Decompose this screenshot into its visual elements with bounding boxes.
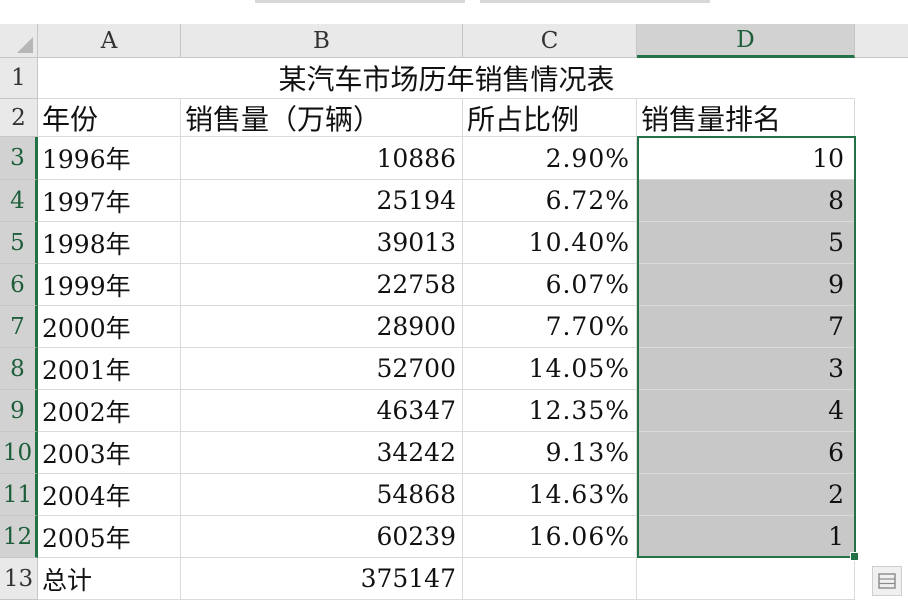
cell-rank[interactable]: 10 [637, 137, 855, 180]
cell-sales[interactable]: 34242 [181, 432, 463, 474]
ribbon-edge [0, 0, 908, 24]
quick-analysis-icon [878, 573, 896, 589]
cell-year[interactable]: 2001年 [38, 348, 181, 390]
column-header-d[interactable]: D [637, 24, 855, 58]
row-header-1[interactable]: 1 [0, 58, 38, 99]
column-header-c[interactable]: C [463, 24, 637, 58]
cell-sales[interactable]: 60239 [181, 516, 463, 558]
cell-year[interactable]: 2002年 [38, 390, 181, 432]
row-header-13[interactable]: 13 [0, 558, 38, 600]
cell-sales[interactable]: 25194 [181, 180, 463, 222]
cell-share[interactable]: 10.40% [463, 222, 637, 264]
cell-share[interactable]: 14.63% [463, 474, 637, 516]
cell-rank[interactable]: 1 [637, 516, 855, 558]
cell-sales[interactable]: 28900 [181, 306, 463, 348]
cell-rank[interactable]: 8 [637, 180, 855, 222]
select-all-button[interactable] [0, 24, 38, 58]
row-header-10[interactable]: 10 [0, 432, 38, 474]
fill-handle[interactable] [850, 552, 859, 561]
cell-year[interactable]: 1996年 [38, 137, 181, 180]
cell-year[interactable]: 1998年 [38, 222, 181, 264]
header-sales[interactable]: 销售量（万辆） [181, 99, 463, 137]
spreadsheet: ABCD 1 2 3 4 5 6 7 8 9 10 11 12 13 某汽车市场历年销售情况表 年份 销售量… [0, 0, 908, 602]
ribbon-edge-segment [480, 0, 710, 3]
cell-sales[interactable]: 10886 [181, 137, 463, 180]
cell-share[interactable]: 16.06% [463, 516, 637, 558]
empty-cell[interactable] [637, 558, 855, 600]
header-rank[interactable]: 销售量排名 [637, 99, 855, 137]
cell-year[interactable]: 1999年 [38, 264, 181, 306]
column-header-b[interactable]: B [181, 24, 463, 58]
quick-analysis-button[interactable] [872, 566, 902, 596]
cell-rank[interactable]: 3 [637, 348, 855, 390]
column-header-a[interactable]: A [38, 24, 181, 58]
cell-share[interactable]: 9.13% [463, 432, 637, 474]
row-header-5[interactable]: 5 [0, 222, 38, 264]
cell-sales[interactable]: 46347 [181, 390, 463, 432]
cell-rank[interactable]: 9 [637, 264, 855, 306]
cell-share[interactable]: 6.72% [463, 180, 637, 222]
ribbon-edge-segment [255, 0, 465, 3]
cell-sales[interactable]: 52700 [181, 348, 463, 390]
row-header-4[interactable]: 4 [0, 180, 38, 222]
cell-share[interactable]: 14.05% [463, 348, 637, 390]
cell-year[interactable]: 2004年 [38, 474, 181, 516]
cell-sales[interactable]: 22758 [181, 264, 463, 306]
cell-year[interactable]: 1997年 [38, 180, 181, 222]
row-header-2[interactable]: 2 [0, 99, 38, 137]
row-header-9[interactable]: 9 [0, 390, 38, 432]
cell-share[interactable]: 6.07% [463, 264, 637, 306]
cell-rank[interactable]: 5 [637, 222, 855, 264]
row-header-11[interactable]: 11 [0, 474, 38, 516]
cell-share[interactable]: 2.90% [463, 137, 637, 180]
header-share[interactable]: 所占比例 [463, 99, 637, 137]
row-header-8[interactable]: 8 [0, 348, 38, 390]
row-header-6[interactable]: 6 [0, 264, 38, 306]
total-sales[interactable]: 375147 [181, 558, 463, 600]
row-header-3[interactable]: 3 [0, 137, 38, 180]
cell-share[interactable]: 7.70% [463, 306, 637, 348]
cell-rank[interactable]: 2 [637, 474, 855, 516]
row-header-7[interactable]: 7 [0, 306, 38, 348]
cell-share[interactable]: 12.35% [463, 390, 637, 432]
cell-rank[interactable]: 4 [637, 390, 855, 432]
cell-sales[interactable]: 39013 [181, 222, 463, 264]
select-all-triangle-icon [17, 37, 33, 53]
cell-year[interactable]: 2003年 [38, 432, 181, 474]
cell-rank[interactable]: 7 [637, 306, 855, 348]
empty-cell[interactable] [463, 558, 637, 600]
total-label[interactable]: 总计 [38, 558, 181, 600]
header-year[interactable]: 年份 [38, 99, 181, 137]
cell-year[interactable]: 2000年 [38, 306, 181, 348]
column-header-filler [855, 24, 908, 58]
cell-rank[interactable]: 6 [637, 432, 855, 474]
cell-year[interactable]: 2005年 [38, 516, 181, 558]
title-cell[interactable]: 某汽车市场历年销售情况表 [38, 58, 855, 99]
cell-sales[interactable]: 54868 [181, 474, 463, 516]
row-header-12[interactable]: 12 [0, 516, 38, 558]
